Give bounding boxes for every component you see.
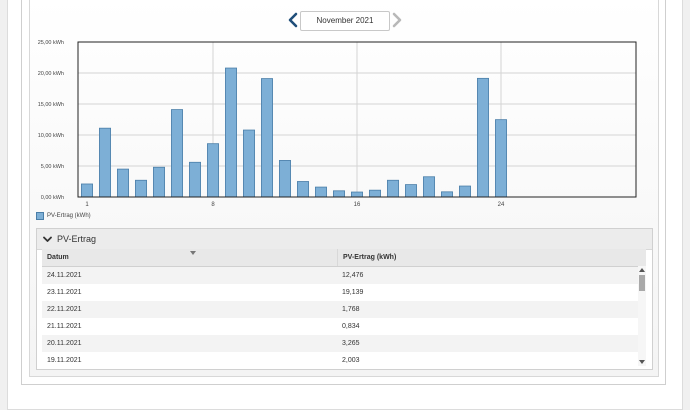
- x-tick-label: 24: [498, 202, 505, 208]
- bar[interactable]: [81, 183, 93, 198]
- bar[interactable]: [441, 191, 453, 198]
- cell-date: 22.11.2021: [47, 306, 82, 313]
- scroll-down-icon[interactable]: [639, 360, 645, 364]
- y-tick-label: 5,00 kWh: [41, 164, 64, 170]
- cell-value: 1,768: [342, 306, 360, 313]
- table-row[interactable]: 22.11.2021 1,768: [42, 301, 646, 318]
- bar[interactable]: [243, 129, 255, 198]
- vertical-scrollbar[interactable]: [638, 266, 646, 366]
- bar[interactable]: [135, 179, 147, 198]
- cell-date: 23.11.2021: [47, 289, 82, 296]
- chart-legend[interactable]: PV-Ertrag (kWh): [36, 212, 91, 220]
- table-row[interactable]: 20.11.2021 3,265: [42, 335, 646, 352]
- y-tick-label: 10,00 kWh: [38, 133, 64, 139]
- bar[interactable]: [423, 176, 435, 198]
- table-title: PV-Ertrag: [57, 234, 97, 244]
- bar[interactable]: [297, 181, 309, 198]
- bar[interactable]: [315, 186, 327, 198]
- y-tick-label: 20,00 kWh: [38, 71, 64, 77]
- bar[interactable]: [189, 161, 201, 198]
- bar[interactable]: [279, 160, 291, 198]
- table-panel: PV-Ertrag Datum PV-Ertrag (kWh) 24.11.20…: [36, 228, 653, 370]
- cell-date: 19.11.2021: [47, 357, 82, 364]
- y-tick-label: 15,00 kWh: [38, 102, 64, 108]
- x-tick-label: 1: [85, 202, 89, 208]
- bar[interactable]: [477, 77, 489, 198]
- column-header-pv-ertrag[interactable]: PV-Ertrag (kWh): [337, 249, 632, 266]
- bar[interactable]: [387, 179, 399, 198]
- scroll-thumb[interactable]: [639, 275, 645, 291]
- data-grid: Datum PV-Ertrag (kWh) 24.11.2021 12,476 …: [42, 249, 646, 366]
- cell-date: 20.11.2021: [47, 340, 82, 347]
- grid-header: Datum PV-Ertrag (kWh): [42, 249, 646, 267]
- bar[interactable]: [207, 143, 219, 198]
- cell-value: 12,476: [342, 272, 364, 279]
- bar[interactable]: [117, 168, 129, 198]
- bar[interactable]: [459, 185, 471, 198]
- chevron-down-icon: [43, 236, 52, 242]
- y-tick-label: 0,00 kWh: [41, 195, 64, 201]
- bar[interactable]: [99, 127, 111, 198]
- scroll-up-icon[interactable]: [639, 268, 645, 272]
- bar[interactable]: [171, 109, 183, 198]
- cell-value: 3,265: [342, 340, 360, 347]
- bar-chart: 0,00 kWh 5,00 kWh 10,00 kWh 15,00 kWh 20,00 …: [38, 40, 637, 208]
- bar[interactable]: [333, 190, 345, 198]
- bar[interactable]: [225, 67, 237, 198]
- x-tick-label: 8: [211, 202, 215, 208]
- bar[interactable]: [261, 78, 273, 198]
- bar[interactable]: [351, 191, 363, 198]
- x-tick-label: 16: [354, 202, 361, 208]
- bar[interactable]: [153, 166, 165, 198]
- table-row[interactable]: 19.11.2021 2,003: [42, 352, 646, 366]
- cell-date: 21.11.2021: [47, 323, 82, 330]
- grid-body: 24.11.2021 12,476 23.11.2021 19,139 22.1…: [42, 267, 646, 366]
- cell-value: 19,139: [342, 289, 364, 296]
- table-row[interactable]: 24.11.2021 12,476: [42, 267, 646, 284]
- table-row[interactable]: 23.11.2021 19,139: [42, 284, 646, 301]
- cell-value: 0,834: [342, 323, 360, 330]
- bar[interactable]: [405, 184, 417, 198]
- table-collapse-header[interactable]: PV-Ertrag: [37, 229, 652, 250]
- legend-swatch: [36, 212, 44, 220]
- cell-value: 2,003: [342, 357, 360, 364]
- y-tick-label: 25,00 kWh: [38, 40, 64, 46]
- bar[interactable]: [495, 119, 507, 198]
- sort-desc-icon[interactable]: [190, 251, 196, 255]
- bar[interactable]: [369, 189, 381, 198]
- table-row[interactable]: 21.11.2021 0,834: [42, 318, 646, 335]
- legend-label: PV-Ertrag (kWh): [47, 213, 91, 219]
- cell-date: 24.11.2021: [47, 272, 82, 279]
